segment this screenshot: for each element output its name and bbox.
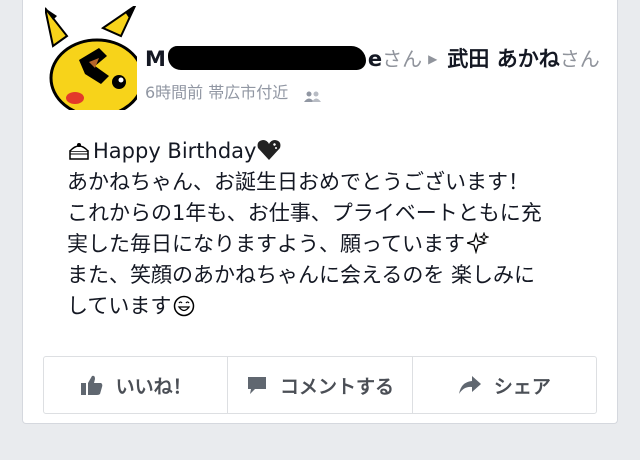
message-line-6-text: しています xyxy=(67,294,172,318)
message-line-5: また、笑顔のあかねちゃんに会えるのを 楽しみに xyxy=(67,263,536,287)
author-name-visible-end[interactable]: e xyxy=(368,47,382,71)
message-line-4-text: 実した毎日になりますよう、願っています xyxy=(67,232,465,256)
avatar[interactable] xyxy=(44,3,145,118)
post-message: Happy Birthday あかねちゃん、お誕生日おめでとうございます！ これ… xyxy=(67,136,627,322)
share-arrow-icon xyxy=(458,376,481,394)
pikachu-avatar-icon xyxy=(44,3,145,118)
message-line-4: 実した毎日になりますよう、願っています xyxy=(67,229,627,260)
friends-icon[interactable] xyxy=(303,88,323,102)
author-honorific: さん xyxy=(382,47,423,71)
message-line-1: Happy Birthday xyxy=(67,136,627,167)
post-time[interactable]: 6時間前 xyxy=(145,83,203,102)
message-line-3: これからの1年も、お仕事、プライベートともに充 xyxy=(67,201,542,225)
share-button[interactable]: シェア xyxy=(413,357,596,413)
post-card: Meさん ▶ 武田 あかねさん 6時間前 帯広市付近 Happy Birthda… xyxy=(22,0,618,424)
like-label: いいね！ xyxy=(115,375,192,398)
target-honorific: さん xyxy=(559,47,600,71)
comment-icon xyxy=(247,377,266,394)
smile-emoji-icon xyxy=(173,295,195,317)
message-line-1-text: Happy Birthday xyxy=(93,139,257,163)
arrow-right-icon: ▶ xyxy=(428,52,438,66)
heart-icon xyxy=(256,139,282,161)
cake-icon xyxy=(67,139,91,161)
author-name-redaction xyxy=(167,46,366,70)
post-names: Meさん ▶ 武田 あかねさん xyxy=(145,44,615,77)
comment-label: コメントする xyxy=(279,375,394,398)
comment-button[interactable]: コメントする xyxy=(228,357,413,413)
author-name-visible-start[interactable]: M xyxy=(145,47,166,71)
like-button[interactable]: いいね！ xyxy=(44,357,229,413)
post-location[interactable]: 帯広市付近 xyxy=(208,83,288,102)
thumbs-up-icon xyxy=(80,375,102,395)
post-meta: 6時間前 帯広市付近 xyxy=(145,79,615,103)
message-line-2: あかねちゃん、お誕生日おめでとうございます！ xyxy=(67,170,529,194)
target-name[interactable]: 武田 あかね xyxy=(447,47,559,71)
post-actions-bar: いいね！ コメントする シェア xyxy=(43,356,597,414)
sparkle-icon xyxy=(464,231,490,255)
message-line-6: しています xyxy=(67,291,627,322)
share-label: シェア xyxy=(493,375,551,398)
post-header: Meさん ▶ 武田 あかねさん 6時間前 帯広市付近 xyxy=(145,44,615,103)
